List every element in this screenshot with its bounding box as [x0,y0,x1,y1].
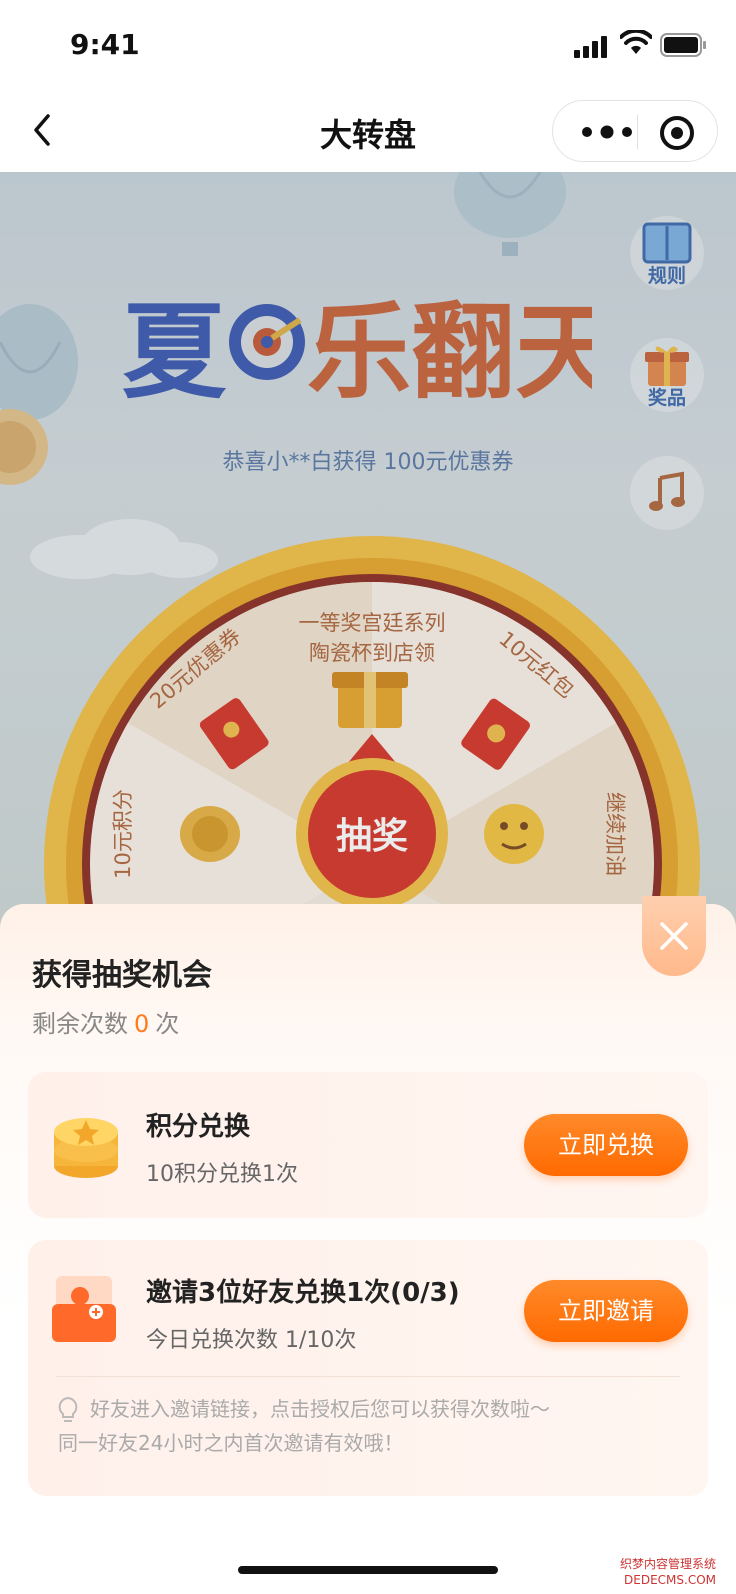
remaining-prefix: 剩余次数 [32,1010,128,1038]
close-icon [660,922,688,950]
home-indicator[interactable] [238,1566,498,1574]
invite-friends-card: 邀请3位好友兑换1次(0/3) 今日兑换次数 1/10次 立即邀请 好友进入邀请… [28,1240,708,1496]
more-dots-icon[interactable] [577,117,637,147]
status-bar: 9:41 [0,0,736,90]
tip-line-2: 同一好友24小时之内首次邀请有效哦！ [58,1431,404,1455]
remaining-suffix: 次 [155,1010,180,1038]
close-sheet-button[interactable] [642,896,706,976]
invite-friend-icon [52,1276,116,1342]
nav-bar: 大转盘 [0,90,736,172]
card-title: 邀请3位好友兑换1次(0/3) [146,1278,460,1308]
draw-chance-sheet: 获得抽奖机会 剩余次数 0 次 积分兑换 10积分兑换1次 立即兑换 邀请3位好友兑… [0,896,736,1594]
remaining-number: 0 [134,1010,150,1038]
points-exchange-card: 积分兑换 10积分兑换1次 立即兑换 [28,1072,708,1218]
overlay-mask[interactable] [0,172,736,932]
watermark-line-2: DEDECMS.COM [624,1573,717,1587]
battery-icon [660,33,706,57]
capsule-divider [637,115,638,149]
watermark-line-1: 织梦内容管理系统 [620,1557,717,1571]
watermark: 织梦内容管理系统 DEDECMS.COM [620,1556,716,1588]
invite-now-button[interactable]: 立即邀请 [524,1280,688,1342]
remaining-count: 剩余次数 0 次 [32,1004,179,1039]
sheet-title: 获得抽奖机会 [32,958,212,993]
card-subtitle: 10积分兑换1次 [146,1162,298,1187]
miniprogram-capsule [552,100,718,162]
tip-line-1: 好友进入邀请链接，点击授权后您可以获得次数啦～ [90,1397,550,1421]
wifi-icon [620,30,652,54]
close-miniprogram-icon[interactable] [657,113,697,153]
card-divider [56,1376,680,1377]
card-title: 积分兑换 [146,1112,251,1142]
coin-stack-icon [54,1118,118,1178]
signal-icon [574,36,607,58]
status-time: 9:41 [70,28,140,61]
lightbulb-icon [58,1396,78,1422]
card-subtitle: 今日兑换次数 1/10次 [146,1328,357,1353]
exchange-now-button[interactable]: 立即兑换 [524,1114,688,1176]
